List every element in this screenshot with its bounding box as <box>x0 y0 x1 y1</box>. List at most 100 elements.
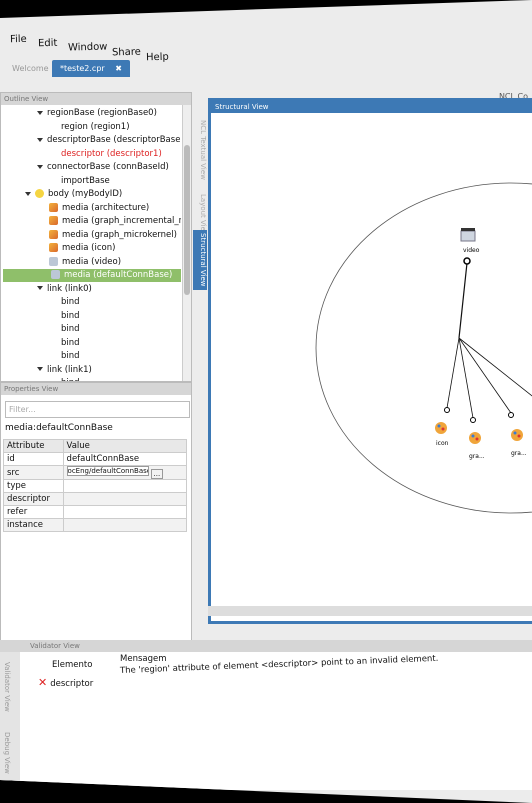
tree-item[interactable]: bind <box>61 310 80 323</box>
structural-canvas[interactable]: video icon gra... gra... <box>211 113 532 619</box>
menu-edit[interactable]: Edit <box>38 38 58 50</box>
value-id[interactable]: defaultConnBase <box>62 452 188 466</box>
chevron-down-icon[interactable] <box>37 164 43 169</box>
tab-structural-view[interactable]: Structural View <box>193 230 207 290</box>
link-line <box>458 337 474 419</box>
tree-item[interactable]: descriptor (descriptor1) <box>61 148 162 161</box>
structural-view-title: Structural View <box>211 101 532 113</box>
tree-item[interactable]: media (video) <box>49 256 121 269</box>
col-value: Value <box>62 439 188 453</box>
outline-view: Outline View regionBase (regionBase0) reg… <box>0 92 192 382</box>
tree-item[interactable]: bind <box>61 350 80 363</box>
tree-item[interactable]: body (myBodyID) <box>25 188 122 201</box>
attr-descriptor: descriptor <box>3 492 64 506</box>
port-icon <box>508 412 514 418</box>
tab-teste2-label: *teste2.cpr <box>60 64 105 73</box>
attr-instance: instance <box>3 518 64 532</box>
src-input[interactable]: ocEng/defaultConnBase.ncl <box>66 466 149 476</box>
media-icon <box>49 229 58 239</box>
structural-hscrollbar[interactable] <box>208 606 532 616</box>
tree-item-label: regionBase (regionBase0) <box>47 108 157 118</box>
link-line <box>458 337 532 404</box>
chevron-down-icon[interactable] <box>37 137 43 142</box>
palette-icon <box>511 429 523 441</box>
value-type[interactable] <box>62 479 188 493</box>
tree-item[interactable]: bind <box>61 296 80 309</box>
tree-item-label: media (video) <box>62 256 122 267</box>
attr-type: type <box>3 479 64 493</box>
error-message: The 'region' attribute of element <descr… <box>119 653 439 676</box>
tree-item[interactable]: media (defaultConnBase) <box>3 269 181 282</box>
tree-item[interactable]: link (link0) <box>37 283 92 296</box>
tree-item[interactable]: media (icon) <box>49 242 115 255</box>
node-video-label: video <box>463 247 480 254</box>
chevron-down-icon[interactable] <box>25 191 31 196</box>
error-element: descriptor <box>50 679 94 689</box>
tree-item[interactable]: descriptorBase (descriptorBase1) <box>37 134 181 147</box>
tree-item[interactable]: regionBase (regionBase0) <box>37 107 157 120</box>
filter-input[interactable]: Filter... <box>5 401 190 418</box>
scroll-thumb[interactable] <box>184 145 190 295</box>
tree-item[interactable]: media (graph_incremental_no... <box>49 215 181 228</box>
tree-item-label: bind <box>61 297 80 307</box>
tree-item-label: descriptorBase (descriptorBase1) <box>47 135 181 145</box>
value-descriptor[interactable] <box>62 492 188 506</box>
link-line <box>458 262 468 339</box>
properties-view-title: Properties View <box>1 383 191 395</box>
menu-window[interactable]: Window <box>68 41 108 53</box>
tree-item[interactable]: bind <box>61 337 80 350</box>
col-mensagem: Mensagem <box>120 654 167 664</box>
chevron-down-icon[interactable] <box>37 286 43 290</box>
menu-file[interactable]: File <box>10 34 27 45</box>
tab-teste2[interactable]: *teste2.cpr ✖ <box>52 60 130 77</box>
close-icon[interactable]: ✖ <box>115 64 122 73</box>
error-row[interactable]: ✕ descriptor <box>38 676 93 689</box>
palette-icon <box>435 422 447 434</box>
chevron-down-icon[interactable] <box>37 110 43 115</box>
properties-view: Properties View Filter... media:defaultC… <box>0 382 192 654</box>
tree-item[interactable]: region (region1) <box>61 121 130 134</box>
tree-item[interactable]: connectorBase (connBaseId) <box>37 161 169 174</box>
tab-welcome[interactable]: Welcome <box>4 60 57 77</box>
tree-item[interactable]: importBase <box>61 175 110 188</box>
attr-id: id <box>3 452 64 466</box>
error-icon: ✕ <box>38 676 48 689</box>
tree-item-label: bind <box>61 337 80 348</box>
chevron-down-icon[interactable] <box>37 367 43 371</box>
tree-item-label: descriptor (descriptor1) <box>61 148 162 159</box>
node-icon-label: icon <box>436 440 449 447</box>
tree-item[interactable]: bind <box>61 323 80 336</box>
tab-textual-view[interactable]: NCL Textual View <box>193 120 207 180</box>
tab-validator[interactable]: Validator View <box>3 662 11 712</box>
tree-item-label: importBase <box>61 175 110 186</box>
value-refer[interactable] <box>62 505 188 519</box>
value-instance[interactable] <box>62 518 188 532</box>
properties-table: Attribute Value id defaultConnBase src o… <box>3 439 188 532</box>
tree-item[interactable]: media (architecture) <box>49 202 149 215</box>
tree-item-label: media (graph_incremental_no... <box>62 216 181 226</box>
view-vertical-tabs: NCL Textual View Layout View Structural … <box>193 100 207 620</box>
tree-item-label: media (defaultConnBase) <box>64 270 173 280</box>
tree-item[interactable]: link (link1) <box>37 364 92 377</box>
port-icon <box>470 417 476 423</box>
node-gra2-label: gra... <box>511 450 527 457</box>
tree-item-label: bind <box>61 378 80 381</box>
menu-share[interactable]: Share <box>112 47 141 59</box>
validator-view: Validator View Validator View Debug View… <box>0 640 532 792</box>
tree-item-label: bind <box>61 310 80 321</box>
tree-item[interactable]: media (graph_microkernel) <box>49 229 177 242</box>
structural-view: Structural View video icon gra... gra... <box>208 98 532 624</box>
outline-scrollbar[interactable] <box>182 105 191 381</box>
body-ellipse <box>315 182 532 514</box>
attr-refer: refer <box>3 505 64 519</box>
tree-item-label: media (graph_microkernel) <box>62 229 177 240</box>
outline-view-title: Outline View <box>1 93 191 105</box>
tree-item-label: region (region1) <box>61 121 130 132</box>
browse-button[interactable]: ... <box>150 469 164 479</box>
tree-item[interactable]: bind <box>61 377 80 381</box>
tab-debug[interactable]: Debug View <box>3 732 11 774</box>
validator-view-title: Validator View <box>0 640 532 652</box>
col-elemento: Elemento <box>52 660 93 670</box>
outline-tree: regionBase (regionBase0) region (region1)… <box>1 105 181 381</box>
link-line <box>446 337 460 409</box>
